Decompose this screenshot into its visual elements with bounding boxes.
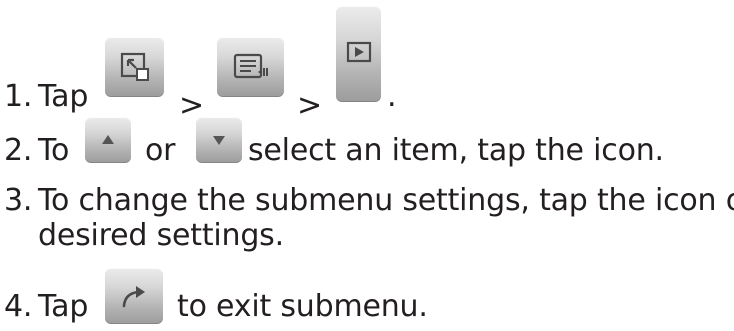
step-2-text: select an item, tap the icon.	[248, 133, 664, 168]
play-icon[interactable]	[336, 6, 381, 102]
step-3-number: 3.	[4, 183, 33, 218]
step-4-number: 4.	[4, 289, 33, 324]
down-arrow-icon[interactable]	[196, 117, 242, 163]
step-2-or: or	[145, 133, 176, 168]
up-arrow-icon[interactable]	[85, 117, 131, 163]
step-3-text-line-1: To change the submenu settings, tap the …	[38, 183, 734, 218]
step-1-number: 1.	[4, 79, 33, 114]
select-area-icon[interactable]	[105, 37, 164, 97]
step-3-text-line-2: desired settings.	[38, 218, 284, 253]
step-2-verb: To	[38, 133, 70, 168]
step-1-separator-2: >	[297, 88, 322, 123]
exit-arrow-icon[interactable]	[105, 268, 163, 324]
step-1-end-period: .	[387, 79, 397, 114]
step-4-verb: Tap	[38, 289, 89, 324]
step-4-text: to exit submenu.	[177, 289, 428, 324]
step-2-number: 2.	[4, 133, 33, 168]
menu-list-icon[interactable]	[217, 37, 284, 97]
step-1-verb: Tap	[38, 79, 89, 114]
